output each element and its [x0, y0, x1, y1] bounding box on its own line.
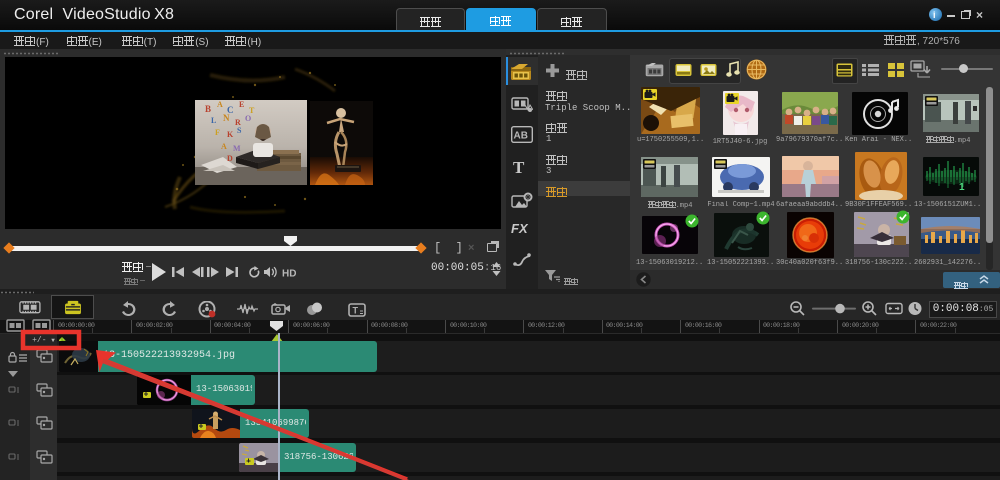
svg-text:K: K — [227, 130, 234, 139]
svg-text:L: L — [211, 116, 216, 125]
svg-text:S: S — [237, 126, 242, 135]
svg-text:D: D — [227, 154, 233, 163]
svg-text:1: 1 — [959, 182, 965, 193]
svg-text:T: T — [353, 306, 359, 316]
svg-text:AB: AB — [514, 131, 528, 142]
svg-text:F: F — [215, 128, 220, 137]
svg-text:E: E — [239, 100, 244, 109]
svg-text:B: B — [205, 104, 211, 114]
svg-text:M: M — [233, 144, 241, 153]
svg-text:A: A — [221, 142, 227, 151]
svg-text:O: O — [245, 114, 251, 123]
svg-text:HD: HD — [282, 269, 296, 280]
svg-text:N: N — [223, 113, 230, 123]
svg-text:A: A — [217, 100, 223, 109]
